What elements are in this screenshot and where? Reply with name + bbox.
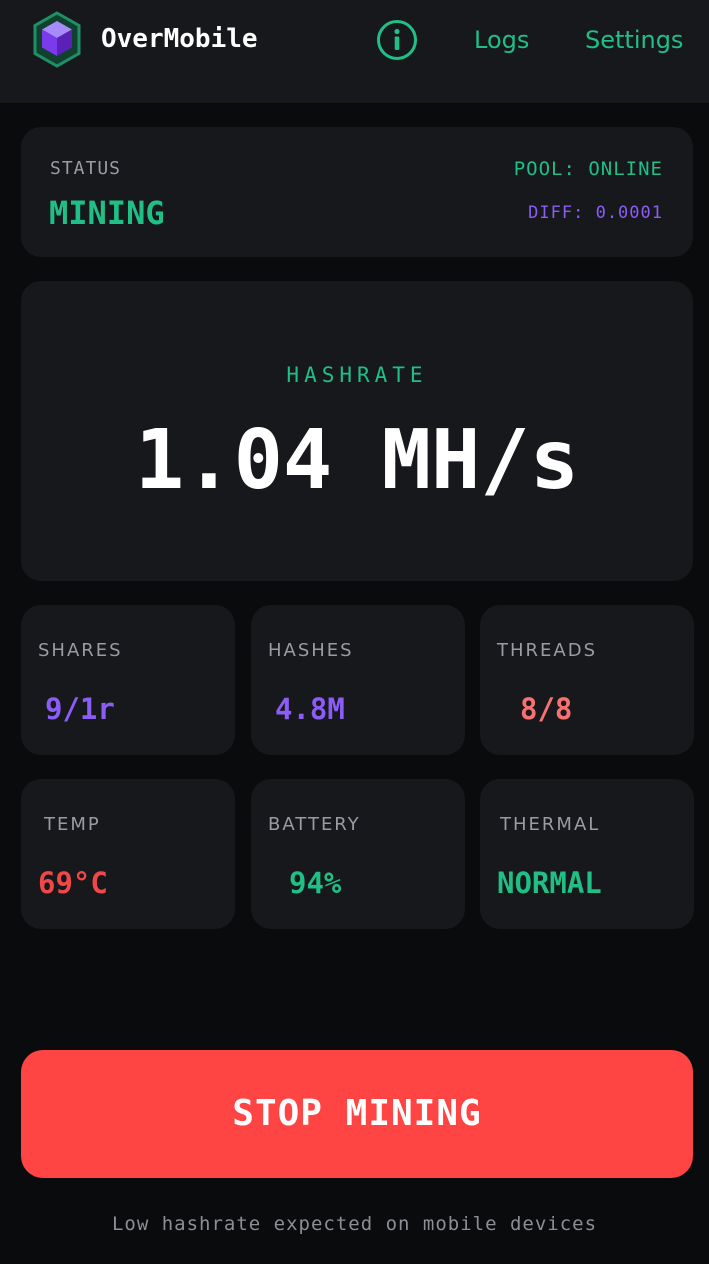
stop-mining-label: STOP MINING xyxy=(232,1093,482,1134)
footer-note: Low hashrate expected on mobile devices xyxy=(111,1213,598,1235)
stat-card-shares: SHARES 9/1r xyxy=(21,605,235,755)
stat-value: 69°C xyxy=(38,866,108,900)
status-card: STATUS MINING POOL: ONLINE DIFF: 0.0001 xyxy=(21,127,693,257)
stat-label: BATTERY xyxy=(268,814,361,835)
nav-settings-link[interactable]: Settings xyxy=(585,24,683,56)
stat-label: SHARES xyxy=(38,640,123,661)
status-label: STATUS xyxy=(50,158,122,179)
stop-mining-button[interactable]: STOP MINING xyxy=(21,1050,693,1178)
status-value: MINING xyxy=(49,194,165,232)
stat-label: HASHES xyxy=(268,640,354,661)
stat-value: 9/1r xyxy=(45,692,115,726)
stat-card-thermal: THERMAL NORMAL xyxy=(480,779,694,929)
stat-card-threads: THREADS 8/8 xyxy=(480,605,694,755)
hexagon-cube-icon xyxy=(33,11,81,68)
info-circle-icon[interactable] xyxy=(376,19,418,61)
difficulty-value: DIFF: 0.0001 xyxy=(528,203,663,223)
stat-value: 4.8M xyxy=(275,692,345,726)
nav-logs-link[interactable]: Logs xyxy=(474,24,529,56)
stat-value: 94% xyxy=(289,866,342,900)
stat-value: 8/8 xyxy=(520,692,573,726)
stat-card-temp: TEMP 69°C xyxy=(21,779,235,929)
hashrate-card: HASHRATE 1.04 MH/s xyxy=(21,281,693,581)
stat-label: THERMAL xyxy=(500,814,601,835)
hashrate-label: HASHRATE xyxy=(286,363,428,387)
pool-status: POOL: ONLINE xyxy=(513,158,663,180)
hashrate-value: 1.04 MH/s xyxy=(134,413,580,508)
app-title: OverMobile xyxy=(101,24,258,54)
app-header: OverMobile Logs Settings xyxy=(0,0,709,103)
stat-value: NORMAL xyxy=(497,866,602,900)
stat-card-hashes: HASHES 4.8M xyxy=(251,605,465,755)
stat-label: THREADS xyxy=(497,640,598,661)
stat-card-battery: BATTERY 94% xyxy=(251,779,465,929)
stat-label: TEMP xyxy=(44,814,101,835)
